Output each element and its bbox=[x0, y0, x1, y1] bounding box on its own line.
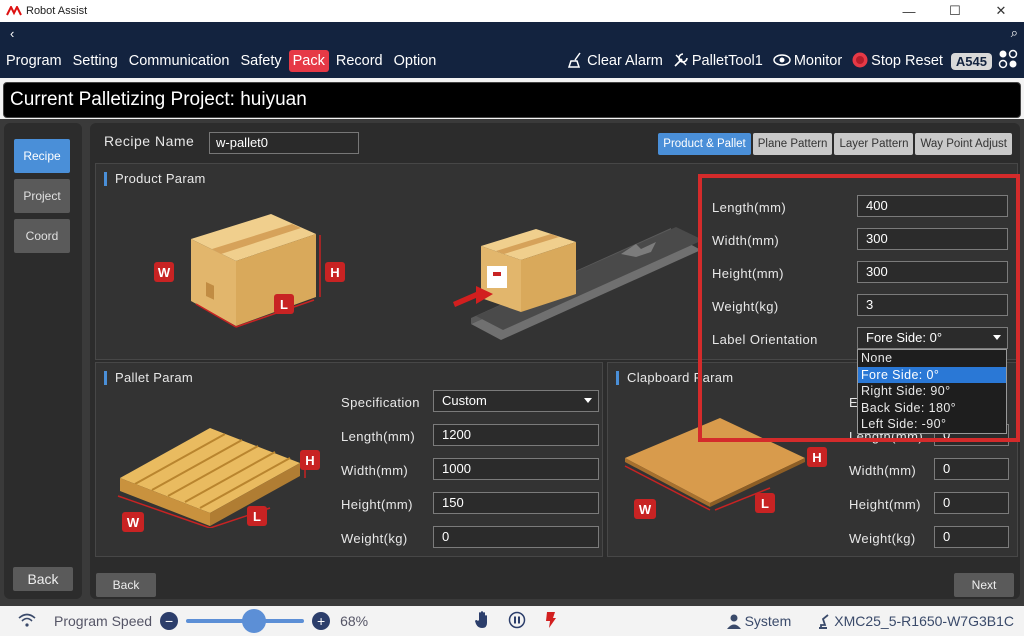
device-id: XMC25_5-R1650-W7G3B1C bbox=[834, 613, 1014, 629]
slider-thumb[interactable] bbox=[242, 609, 267, 633]
monitor-button[interactable]: Monitor bbox=[773, 53, 842, 70]
user-name: System bbox=[744, 613, 792, 629]
program-speed-label: Program Speed bbox=[54, 613, 153, 629]
clapboard-weight-input[interactable]: 0 bbox=[934, 526, 1009, 548]
clapboard-height-input[interactable]: 0 bbox=[934, 492, 1009, 514]
pallet-height-label: H bbox=[300, 450, 320, 470]
recipe-name-input[interactable]: w-pallet0 bbox=[209, 132, 359, 154]
clapboard-width-input[interactable]: 0 bbox=[934, 458, 1009, 480]
menu-program[interactable]: Program bbox=[2, 50, 66, 72]
chevron-down-icon bbox=[584, 398, 592, 403]
speed-decrease-icon[interactable]: − bbox=[160, 612, 179, 630]
clapboard-width-field-label: Width(mm) bbox=[849, 463, 917, 478]
minimize-button[interactable]: — bbox=[886, 0, 932, 22]
footer-next-button[interactable]: Next bbox=[954, 573, 1014, 597]
stop-reset-label: Stop Reset bbox=[871, 53, 943, 69]
close-button[interactable]: ✕ bbox=[978, 0, 1024, 22]
sidebar-item-coord[interactable]: Coord bbox=[14, 219, 70, 253]
pallet-length-field-label: Length(mm) bbox=[341, 429, 416, 444]
pallet-length-input[interactable]: 1200 bbox=[433, 424, 599, 446]
pallet-tool-label: PalletTool1 bbox=[691, 53, 763, 69]
recipe-name-label: Recipe Name bbox=[104, 133, 195, 149]
menu-pack[interactable]: Pack bbox=[288, 50, 329, 72]
clapboard-length-label: L bbox=[755, 493, 775, 513]
clapboard-height-label: H bbox=[807, 447, 827, 467]
device-indicator: XMC25_5-R1650-W7G3B1C bbox=[819, 613, 1014, 629]
pallet-height-input[interactable]: 150 bbox=[433, 492, 599, 514]
pallet-spec-select[interactable]: Custom bbox=[433, 390, 599, 412]
tab-way-point-adjust[interactable]: Way Point Adjust bbox=[915, 133, 1012, 155]
robot-id-badge: A545 bbox=[950, 52, 992, 70]
tab-layer-pattern[interactable]: Layer Pattern bbox=[834, 133, 914, 155]
pallet-length-label: L bbox=[247, 506, 267, 526]
pallet-illustration bbox=[117, 428, 306, 528]
menu-option[interactable]: Option bbox=[390, 50, 441, 72]
back-chevron-icon[interactable]: ‹ bbox=[10, 26, 14, 41]
pause-icon[interactable] bbox=[508, 611, 526, 632]
stop-reset-button[interactable]: Stop Reset bbox=[852, 52, 943, 71]
sidebar-item-project[interactable]: Project bbox=[14, 179, 70, 213]
stop-icon bbox=[852, 52, 868, 71]
pallet-height-field-label: Height(mm) bbox=[341, 497, 413, 512]
wifi-icon bbox=[18, 613, 36, 630]
sidebar-back-button[interactable]: Back bbox=[13, 567, 73, 591]
tab-bar: Product & Pallet Plane Pattern Layer Pat… bbox=[656, 133, 1012, 155]
pallet-width-input[interactable]: 1000 bbox=[433, 458, 599, 480]
menu-safety[interactable]: Safety bbox=[237, 50, 286, 72]
program-speed-slider[interactable] bbox=[186, 609, 305, 633]
pallet-weight-field-label: Weight(kg) bbox=[341, 531, 408, 546]
program-speed-value: 68% bbox=[340, 613, 369, 629]
menu-communication[interactable]: Communication bbox=[125, 50, 234, 72]
highlight-annotation-box bbox=[698, 174, 1020, 442]
monitor-label: Monitor bbox=[793, 53, 843, 69]
pallet-param-title: Pallet Param bbox=[104, 371, 193, 385]
tab-product-pallet[interactable]: Product & Pallet bbox=[658, 133, 751, 155]
hand-icon[interactable] bbox=[474, 610, 490, 632]
pallet-weight-input[interactable]: 0 bbox=[433, 526, 599, 548]
user-icon bbox=[726, 614, 741, 629]
eye-icon bbox=[773, 53, 791, 70]
window-title: Robot Assist bbox=[26, 5, 88, 17]
sidebar: Recipe Project Coord Back bbox=[4, 123, 82, 599]
footer-back-button[interactable]: Back bbox=[96, 573, 156, 597]
menu-record[interactable]: Record bbox=[332, 50, 387, 72]
clapboard-width-label: W bbox=[634, 499, 656, 519]
speed-increase-icon[interactable]: + bbox=[312, 612, 331, 630]
recipe-row: Recipe Name w-pallet0 Product & Pallet P… bbox=[90, 129, 1020, 155]
conveyor-illustration bbox=[453, 227, 701, 340]
search-icon[interactable]: ⌕ bbox=[1011, 25, 1018, 41]
broom-icon bbox=[568, 52, 584, 71]
product-param-title: Product Param bbox=[104, 172, 206, 186]
app-logo-icon bbox=[6, 6, 22, 16]
app-header: ‹ ⌕ Program Setting Communication Safety… bbox=[0, 22, 1024, 78]
user-indicator: System bbox=[726, 613, 792, 629]
box-height-label: H bbox=[325, 262, 345, 282]
current-project-bar: Current Palletizing Project: huiyuan bbox=[3, 82, 1021, 118]
box-width-label: W bbox=[154, 262, 174, 282]
status-bar: Program Speed − + 68% System XMC25_5-R16… bbox=[0, 606, 1024, 636]
wrench-icon bbox=[673, 52, 689, 71]
pallet-tool-button[interactable]: PalletTool1 bbox=[673, 52, 763, 71]
pallet-spec-value: Custom bbox=[442, 393, 487, 408]
clear-alarm-label: Clear Alarm bbox=[587, 53, 663, 69]
maximize-button[interactable]: ☐ bbox=[932, 0, 978, 22]
box-length-label: L bbox=[274, 294, 294, 314]
menu-setting[interactable]: Setting bbox=[69, 50, 122, 72]
window-titlebar: Robot Assist — ☐ ✕ bbox=[0, 0, 1024, 22]
main-menu: Program Setting Communication Safety Pac… bbox=[0, 48, 1024, 74]
robot-arm-icon bbox=[819, 614, 829, 629]
clapboard-weight-field-label: Weight(kg) bbox=[849, 531, 916, 546]
clear-alarm-button[interactable]: Clear Alarm bbox=[568, 52, 663, 71]
pallet-spec-label: Specification bbox=[341, 395, 420, 410]
pallet-width-field-label: Width(mm) bbox=[341, 463, 409, 478]
tab-plane-pattern[interactable]: Plane Pattern bbox=[752, 133, 833, 155]
product-box-illustration bbox=[191, 214, 321, 328]
emergency-pin-icon[interactable] bbox=[544, 611, 558, 632]
pallet-param-panel: Pallet Param W H L Specification Custom … bbox=[95, 362, 603, 557]
clapboard-height-field-label: Height(mm) bbox=[849, 497, 921, 512]
sidebar-item-recipe[interactable]: Recipe bbox=[14, 139, 70, 173]
pallet-width-label: W bbox=[122, 512, 144, 532]
apps-icon[interactable] bbox=[998, 49, 1018, 74]
